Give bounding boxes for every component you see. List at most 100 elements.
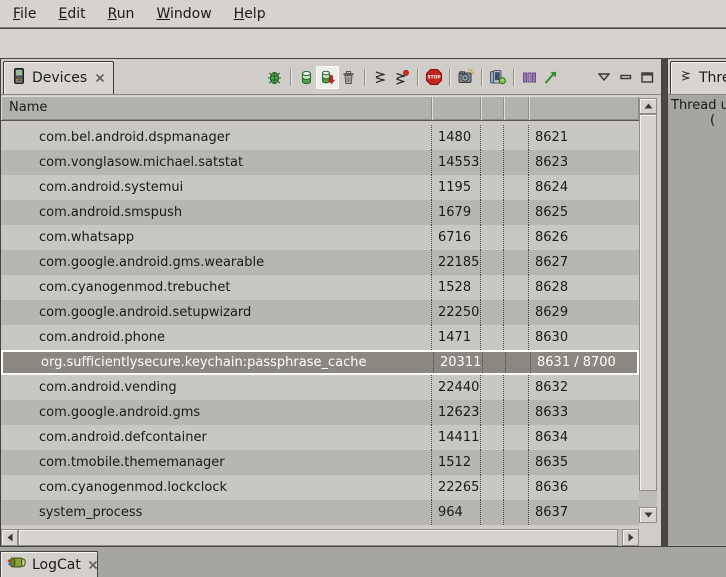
process-pid: 14553 bbox=[432, 150, 481, 175]
table-row[interactable]: com.android.vending22440 8632 bbox=[1, 375, 639, 400]
toolbar-separator bbox=[364, 69, 365, 86]
toolbar-separator bbox=[513, 69, 514, 86]
bottom-view-strip: LogCat bbox=[0, 547, 726, 577]
process-name: com.bel.android.dspmanager bbox=[1, 125, 432, 150]
process-pid: 6716 bbox=[432, 225, 481, 250]
table-row-selected[interactable]: org.sufficientlysecure.keychain:passphra… bbox=[1, 350, 639, 375]
table-row[interactable]: com.android.phone14718630 bbox=[1, 325, 639, 350]
threads-content: Thread up ( bbox=[668, 95, 726, 546]
process-pid: 22250 bbox=[432, 300, 481, 325]
process-port: 8631 / 8700 bbox=[531, 352, 637, 373]
process-port: 8628 bbox=[529, 275, 639, 300]
opengl-trace-icon[interactable] bbox=[540, 67, 561, 88]
minimize-icon[interactable] bbox=[616, 67, 635, 88]
vertical-scrollbar[interactable] bbox=[639, 98, 657, 523]
debug-attach-icon[interactable] bbox=[264, 67, 285, 88]
vertical-scrollbar-thumb[interactable] bbox=[639, 114, 657, 491]
close-icon[interactable] bbox=[88, 560, 98, 570]
menu-run[interactable]: Run bbox=[97, 2, 146, 26]
process-table: com.bel.android.dspmanager1480 8621 com.v… bbox=[1, 122, 639, 526]
devices-view-panel: Devices bbox=[0, 58, 662, 547]
process-pid: 20311 bbox=[434, 352, 483, 373]
table-row[interactable]: com.google.android.setupwizard222508629 bbox=[1, 300, 639, 325]
close-icon[interactable] bbox=[95, 73, 105, 83]
tab-devices[interactable]: Devices bbox=[3, 61, 114, 94]
table-row[interactable]: com.whatsapp67168626 bbox=[1, 225, 639, 250]
process-port: 8630 bbox=[529, 325, 639, 350]
process-name: com.google.android.gms.wearable bbox=[1, 250, 432, 275]
process-port: 8633 bbox=[529, 400, 639, 425]
process-port: 8625 bbox=[529, 200, 639, 225]
update-threads-icon[interactable] bbox=[370, 67, 391, 88]
table-header: Name bbox=[1, 96, 639, 121]
process-port: 8626 bbox=[529, 225, 639, 250]
table-row[interactable]: com.cyanogenmod.trebuchet15288628 bbox=[1, 275, 639, 300]
process-port: 8634 bbox=[529, 425, 639, 450]
process-name: com.google.android.setupwizard bbox=[1, 300, 432, 325]
process-pid: 1480 bbox=[432, 125, 481, 150]
dump-hprof-icon[interactable] bbox=[317, 67, 338, 88]
process-name: com.android.vending bbox=[1, 375, 432, 400]
update-heap-icon[interactable] bbox=[296, 67, 317, 88]
process-port: 8621 bbox=[529, 125, 639, 150]
menu-file[interactable]: File bbox=[2, 2, 47, 26]
process-pid: 22440 bbox=[432, 375, 481, 400]
toolbar-separator bbox=[481, 69, 482, 86]
scroll-up-arrow-icon[interactable] bbox=[639, 98, 657, 114]
table-row[interactable]: com.google.android.gms.wearable221858627 bbox=[1, 250, 639, 275]
table-row[interactable]: com.android.systemui11958624 bbox=[1, 175, 639, 200]
process-pid: 1512 bbox=[432, 450, 481, 475]
table-row[interactable]: com.tmobile.thememanager15128635 bbox=[1, 450, 639, 475]
process-name: org.sufficientlysecure.keychain:passphra… bbox=[3, 352, 434, 373]
column-header-3[interactable] bbox=[504, 96, 529, 120]
menu-help[interactable]: Help bbox=[223, 2, 277, 26]
tab-logcat[interactable]: LogCat bbox=[0, 551, 98, 577]
menu-window[interactable]: Window bbox=[145, 2, 222, 26]
process-name: com.android.smspush bbox=[1, 200, 432, 225]
stop-process-icon[interactable]: STOP bbox=[423, 67, 444, 88]
scroll-down-arrow-icon[interactable] bbox=[639, 507, 657, 523]
table-row[interactable]: com.android.defcontainer144118634 bbox=[1, 425, 639, 450]
systrace-icon[interactable] bbox=[519, 67, 540, 88]
screen-capture-icon[interactable] bbox=[455, 67, 476, 88]
table-row[interactable]: com.google.android.gms12623 8633 bbox=[1, 400, 639, 425]
menu-edit[interactable]: Edit bbox=[47, 2, 96, 26]
toolbar-separator bbox=[417, 69, 418, 86]
process-port: 8632 bbox=[529, 375, 639, 400]
table-row[interactable]: com.android.smspush1679 8625 bbox=[1, 200, 639, 225]
process-name: com.google.android.gms bbox=[1, 400, 432, 425]
toolbar-separator bbox=[290, 69, 291, 86]
tab-threads[interactable]: Threa bbox=[670, 61, 726, 94]
column-header-port[interactable] bbox=[529, 96, 639, 120]
threads-icon bbox=[679, 69, 693, 87]
column-header-pid[interactable] bbox=[432, 96, 481, 120]
process-name: com.cyanogenmod.lockclock bbox=[1, 475, 432, 500]
menu-bar: File Edit Run Window Help bbox=[0, 0, 726, 28]
process-pid: 12623 bbox=[432, 400, 481, 425]
table-row[interactable]: com.bel.android.dspmanager1480 8621 bbox=[1, 125, 639, 150]
scroll-right-arrow-icon[interactable] bbox=[622, 529, 639, 546]
process-name: com.android.phone bbox=[1, 325, 432, 350]
process-name: system_process bbox=[1, 500, 432, 525]
process-name: com.android.defcontainer bbox=[1, 425, 432, 450]
view-menu-icon[interactable] bbox=[594, 67, 613, 88]
table-row[interactable]: system_process9648637 bbox=[1, 500, 639, 525]
maximize-icon[interactable] bbox=[638, 67, 657, 88]
column-header-2[interactable] bbox=[481, 96, 504, 120]
scroll-left-arrow-icon[interactable] bbox=[1, 529, 18, 546]
table-row[interactable]: com.vonglasow.michael.satstat145538623 bbox=[1, 150, 639, 175]
cause-gc-trash-icon[interactable] bbox=[338, 67, 359, 88]
table-row[interactable]: com.cyanogenmod.lockclock222658636 bbox=[1, 475, 639, 500]
start-method-profiling-icon[interactable] bbox=[391, 67, 412, 88]
process-pid: 1679 bbox=[432, 200, 481, 225]
process-name: com.cyanogenmod.trebuchet bbox=[1, 275, 432, 300]
horizontal-scrollbar-thumb[interactable] bbox=[18, 529, 618, 546]
tab-logcat-label: LogCat bbox=[32, 557, 81, 573]
process-port: 8627 bbox=[529, 250, 639, 275]
process-name: com.android.systemui bbox=[1, 175, 432, 200]
threads-message-line2: ( bbox=[668, 113, 726, 128]
horizontal-scrollbar[interactable] bbox=[1, 529, 639, 546]
process-pid: 1195 bbox=[432, 175, 481, 200]
ui-automator-icon[interactable] bbox=[487, 67, 508, 88]
column-header-name[interactable]: Name bbox=[1, 96, 432, 120]
